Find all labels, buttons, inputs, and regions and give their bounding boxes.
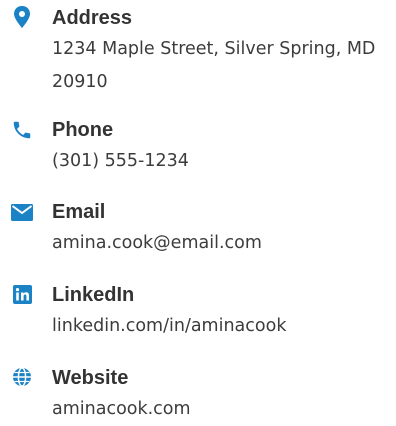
contact-list: Address 1234 Maple Street, Silver Spring… [0, 0, 396, 419]
envelope-icon [10, 201, 34, 223]
email-value: amina.cook@email.com [52, 233, 262, 253]
linkedin-value: linkedin.com/in/aminacook [52, 316, 287, 336]
linkedin-icon [10, 283, 34, 305]
phone-label: Phone [52, 119, 114, 141]
website-value: aminacook.com [52, 399, 191, 419]
email-label: Email [52, 201, 106, 223]
website-label: Website [52, 367, 129, 389]
map-pin-icon [10, 6, 34, 28]
globe-icon [10, 366, 34, 388]
phone-icon [10, 119, 34, 141]
address-value: 1234 Maple Street, Silver Spring, MD 209… [52, 39, 376, 92]
address-label: Address [52, 7, 133, 29]
linkedin-label: LinkedIn [52, 284, 135, 306]
phone-value: (301) 555-1234 [52, 151, 189, 171]
